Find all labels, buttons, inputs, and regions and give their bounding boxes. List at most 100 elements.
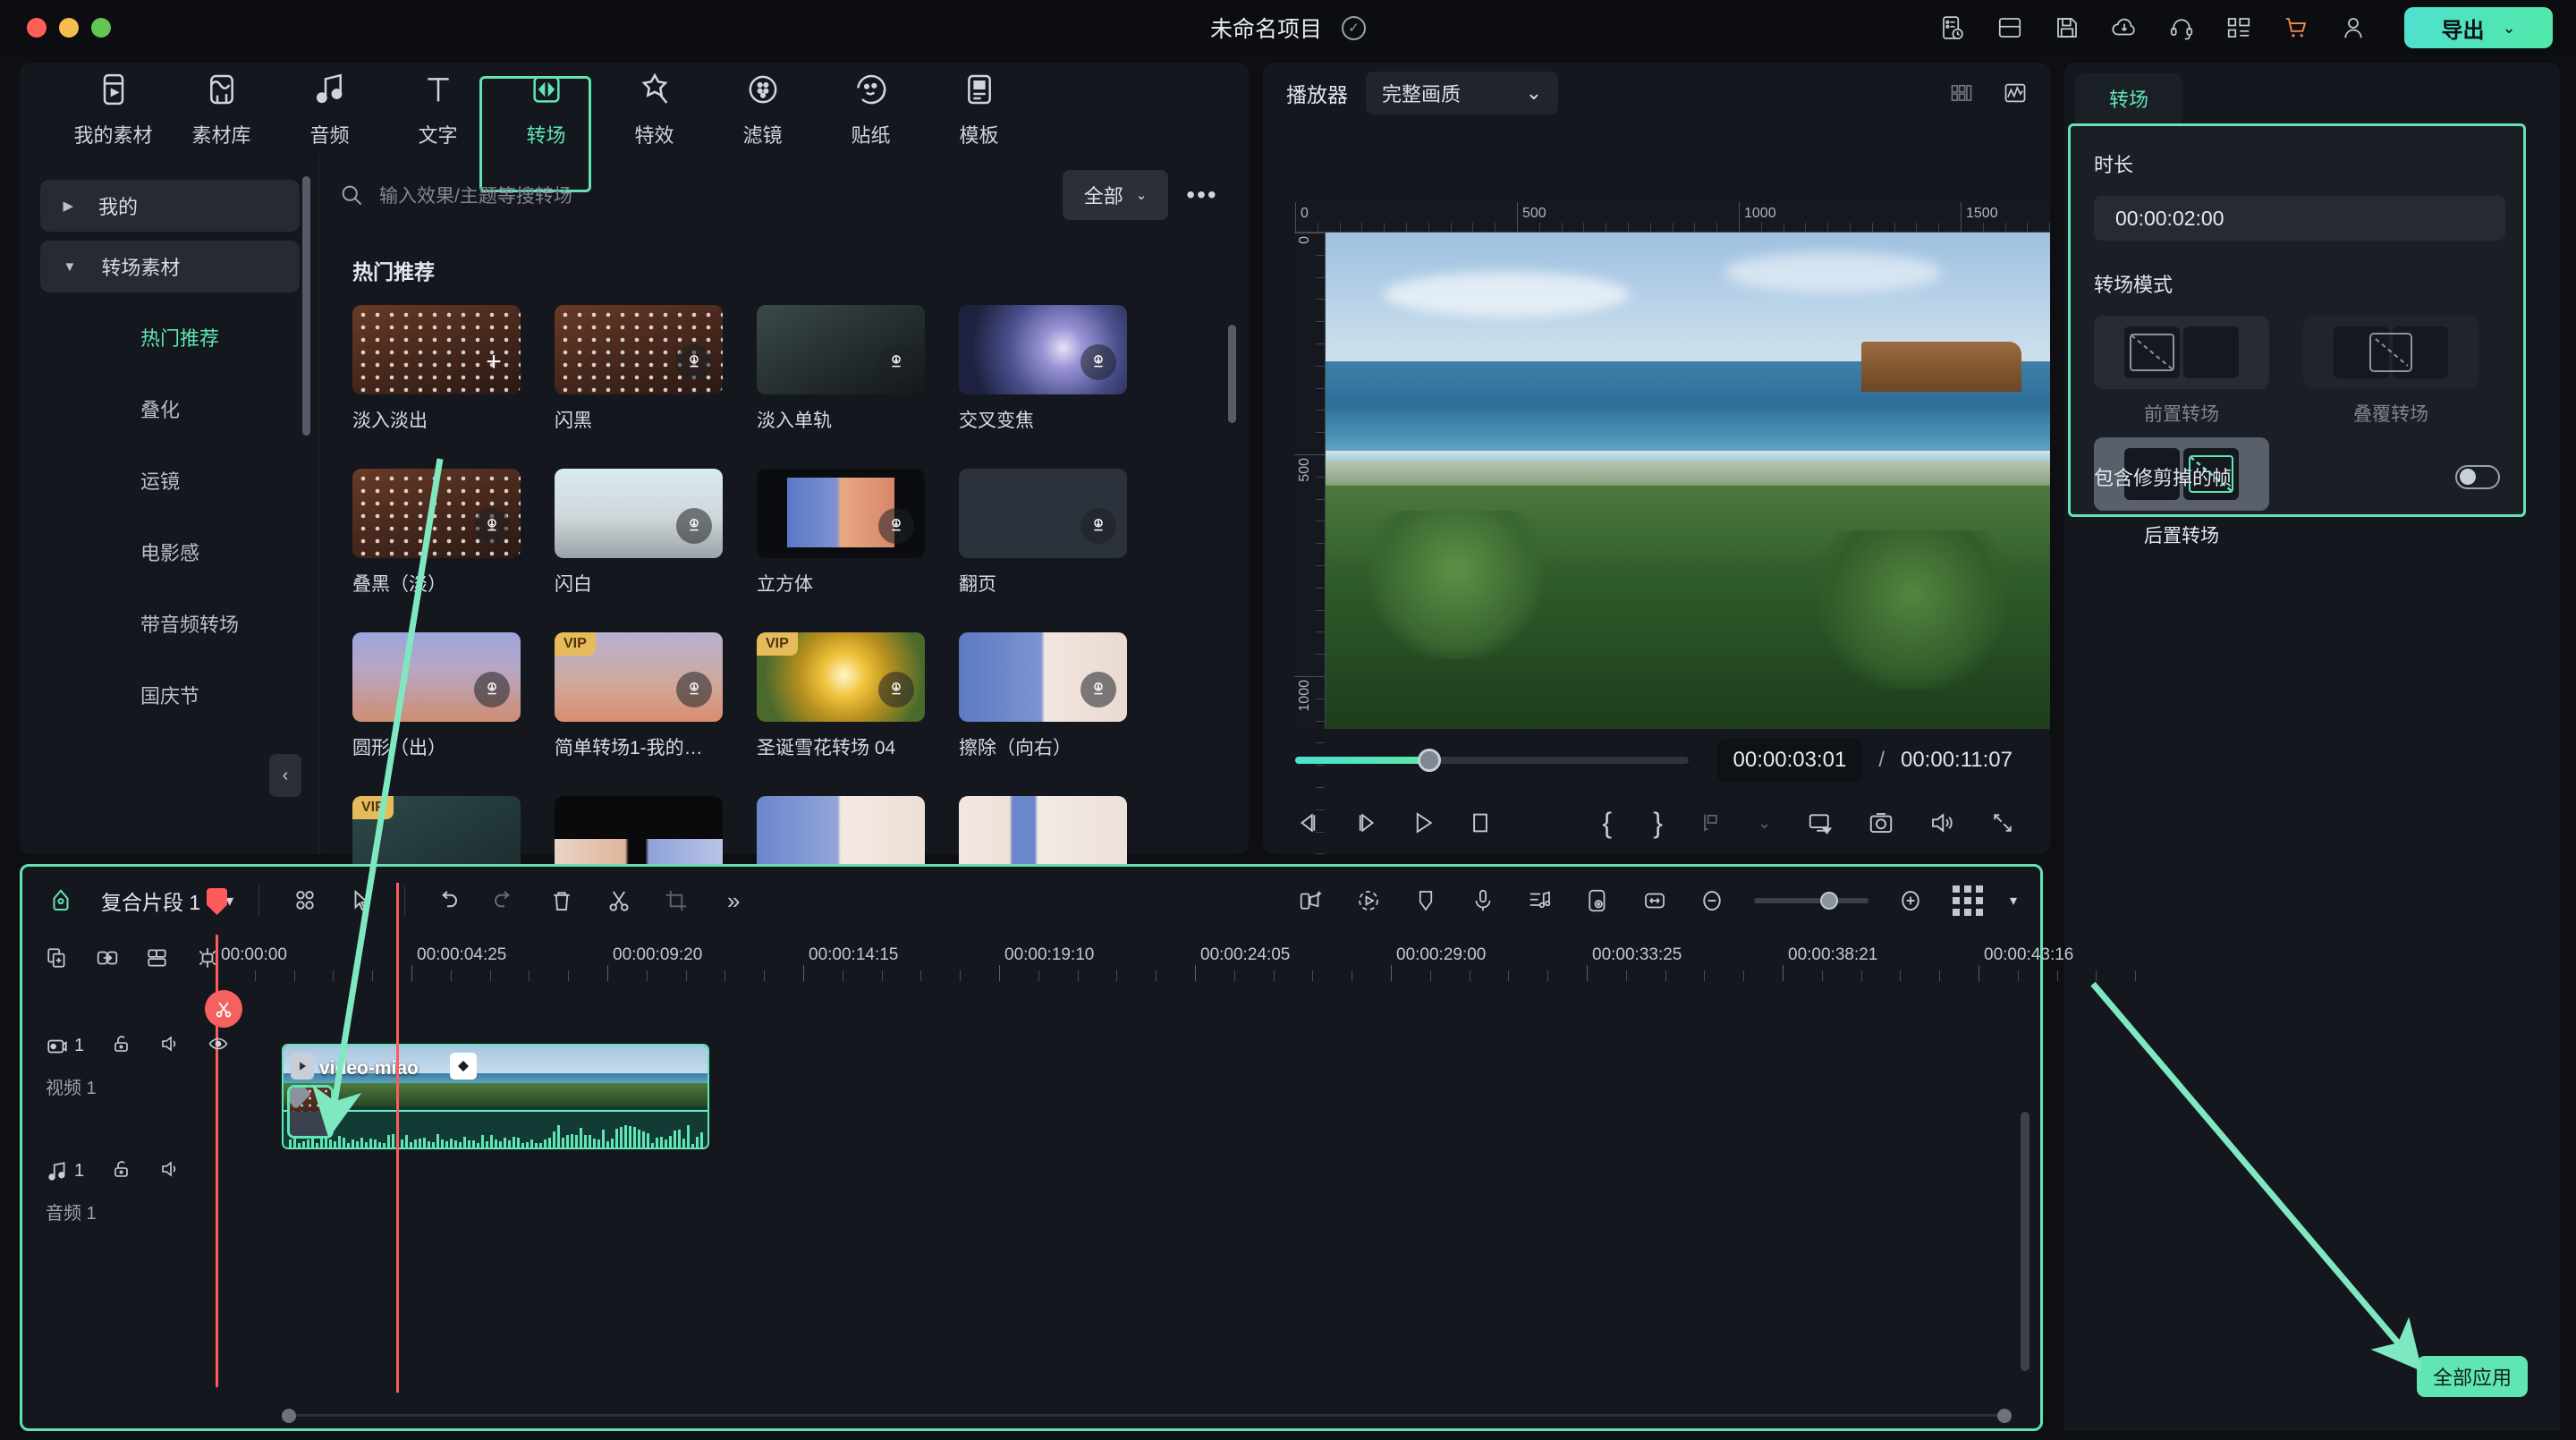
transition-item[interactable]: 圆形（出） xyxy=(352,632,521,760)
grid-menu-chevron-icon[interactable]: ▾ xyxy=(2010,892,2017,910)
apps-grid-icon[interactable] xyxy=(2224,13,2254,43)
tab-sticker[interactable]: 贴纸 xyxy=(817,68,925,150)
mode-thumb[interactable] xyxy=(2094,316,2269,389)
chevron-down-icon[interactable]: ⌄ xyxy=(1754,808,1775,838)
zoom-out-icon[interactable] xyxy=(1697,885,1727,916)
transition-item[interactable]: 闪黑 xyxy=(555,305,723,433)
tab-transition[interactable]: 转场 xyxy=(492,68,600,150)
crop-icon[interactable] xyxy=(661,885,691,916)
download-icon[interactable] xyxy=(676,672,712,707)
grid-view-icon[interactable] xyxy=(1946,78,1977,108)
transition-thumbnail[interactable]: VIP xyxy=(757,632,925,722)
duration-input[interactable]: 00:00:02:00 xyxy=(2094,196,2505,241)
mark-out-icon[interactable]: } xyxy=(1648,807,1668,839)
undo-icon[interactable] xyxy=(432,885,462,916)
visibility-icon[interactable] xyxy=(208,1033,229,1059)
voiceover-icon[interactable] xyxy=(1468,885,1498,916)
mark-in-icon[interactable]: { xyxy=(1597,807,1617,839)
clip-keyframe-icon[interactable] xyxy=(450,1053,477,1080)
volume-icon[interactable] xyxy=(1927,808,1957,838)
transition-item[interactable]: VIP 圣诞雪花转场 04 xyxy=(757,632,925,760)
next-frame-icon[interactable] xyxy=(1352,808,1379,838)
transition-chip[interactable] xyxy=(287,1085,334,1139)
transition-thumbnail[interactable] xyxy=(555,305,723,394)
waveform-scope-icon[interactable] xyxy=(2000,78,2030,108)
check-circle-icon[interactable]: ✓ xyxy=(1342,15,1366,40)
select-tool-icon[interactable] xyxy=(290,885,320,916)
audio-mix-icon[interactable] xyxy=(1525,885,1555,916)
mode-thumb[interactable] xyxy=(2303,316,2479,389)
trimmed-frames-toggle[interactable] xyxy=(2455,464,2500,489)
transition-item[interactable]: + 淡入淡出 xyxy=(352,305,521,433)
auto-cut-icon[interactable] xyxy=(1296,885,1326,916)
playback-slider-handle[interactable] xyxy=(1417,749,1441,772)
tab-text[interactable]: 文字 xyxy=(384,68,492,150)
crop-pointer-icon[interactable] xyxy=(347,885,377,916)
fit-to-window-icon[interactable] xyxy=(1640,885,1670,916)
playhead-line[interactable] xyxy=(396,883,399,1393)
tab-effects[interactable]: 特效 xyxy=(600,68,708,150)
grid-menu-icon[interactable] xyxy=(1952,885,1983,916)
transition-item[interactable]: VIP 简单转场1-我的… xyxy=(555,632,723,760)
transition-item[interactable]: 淡入单轨 xyxy=(757,305,925,433)
maximize-window-button[interactable] xyxy=(91,18,111,38)
transition-thumbnail[interactable] xyxy=(959,632,1127,722)
user-account-icon[interactable] xyxy=(2338,13,2368,43)
current-timecode[interactable]: 00:00:03:01 xyxy=(1716,739,1863,782)
close-window-button[interactable] xyxy=(27,18,47,38)
lock-icon[interactable] xyxy=(111,1033,132,1059)
download-icon[interactable] xyxy=(676,344,712,380)
category-item[interactable]: 运镜 xyxy=(20,445,319,516)
category-item[interactable]: 电影感 xyxy=(20,516,319,588)
download-icon[interactable] xyxy=(878,344,914,380)
window-controls[interactable] xyxy=(27,18,111,38)
redo-icon[interactable] xyxy=(489,885,520,916)
transition-thumbnail[interactable]: + xyxy=(352,305,521,394)
more-options-button[interactable]: ••• xyxy=(1182,181,1222,209)
prev-frame-icon[interactable] xyxy=(1295,808,1322,838)
playback-slider[interactable] xyxy=(1295,749,1689,772)
transition-item[interactable]: 闪白 xyxy=(555,469,723,597)
category-scrollbar[interactable] xyxy=(302,176,310,436)
save-icon[interactable] xyxy=(2052,13,2082,43)
marker-icon[interactable] xyxy=(46,885,76,916)
task-history-icon[interactable] xyxy=(1937,13,1968,43)
transition-thumbnail[interactable] xyxy=(352,469,521,558)
video-clip[interactable]: video-miao xyxy=(282,1044,709,1149)
zoom-in-icon[interactable] xyxy=(1895,885,1926,916)
chevron-down-icon[interactable]: ⌄ xyxy=(2502,19,2515,38)
chevron-right-icon[interactable]: ▶ xyxy=(64,198,74,214)
tab-audio[interactable]: 音频 xyxy=(275,68,384,150)
chevron-down-icon[interactable]: ▼ xyxy=(64,259,77,275)
mute-icon[interactable] xyxy=(159,1033,181,1059)
play-icon[interactable] xyxy=(1410,808,1436,838)
add-icon[interactable]: + xyxy=(479,348,508,377)
stop-icon[interactable] xyxy=(1467,808,1494,838)
transition-thumbnail[interactable] xyxy=(757,305,925,394)
download-icon[interactable] xyxy=(1080,508,1116,544)
layout-icon[interactable] xyxy=(1995,13,2025,43)
timeline-ruler[interactable]: 00:00:00 00:00:04:25 00:00:09:20 00:00:14:1… xyxy=(216,935,2137,981)
category-group-transitions[interactable]: ▼ 转场素材 xyxy=(39,241,300,292)
headset-support-icon[interactable] xyxy=(2166,13,2197,43)
download-icon[interactable] xyxy=(1080,344,1116,380)
camera-icon[interactable] xyxy=(1866,808,1896,838)
speed-icon[interactable] xyxy=(1353,885,1384,916)
grid-scrollbar[interactable] xyxy=(1228,325,1236,423)
transition-item[interactable]: 擦除（向右） xyxy=(959,632,1127,760)
transition-mode-option[interactable]: 前置转场 xyxy=(2094,316,2269,427)
download-icon[interactable] xyxy=(878,672,914,707)
split-scissors-icon[interactable] xyxy=(604,885,634,916)
delete-icon[interactable] xyxy=(547,885,577,916)
download-icon[interactable] xyxy=(474,672,510,707)
lock-icon[interactable] xyxy=(111,1158,132,1184)
category-item[interactable]: 国庆节 xyxy=(20,659,319,731)
transition-thumbnail[interactable]: VIP xyxy=(555,632,723,722)
category-item[interactable]: 带音频转场 xyxy=(20,588,319,659)
search-input[interactable]: 输入效果/主题等搜转场 xyxy=(379,182,1048,208)
tab-filter[interactable]: 滤镜 xyxy=(708,68,817,150)
collapse-sidebar-button[interactable]: ‹ xyxy=(269,754,301,797)
tab-transition[interactable]: 转场 xyxy=(2075,73,2182,123)
quality-dropdown[interactable]: 完整画质 ⌄ xyxy=(1366,72,1558,114)
transition-item[interactable]: 交叉变焦 xyxy=(959,305,1127,433)
